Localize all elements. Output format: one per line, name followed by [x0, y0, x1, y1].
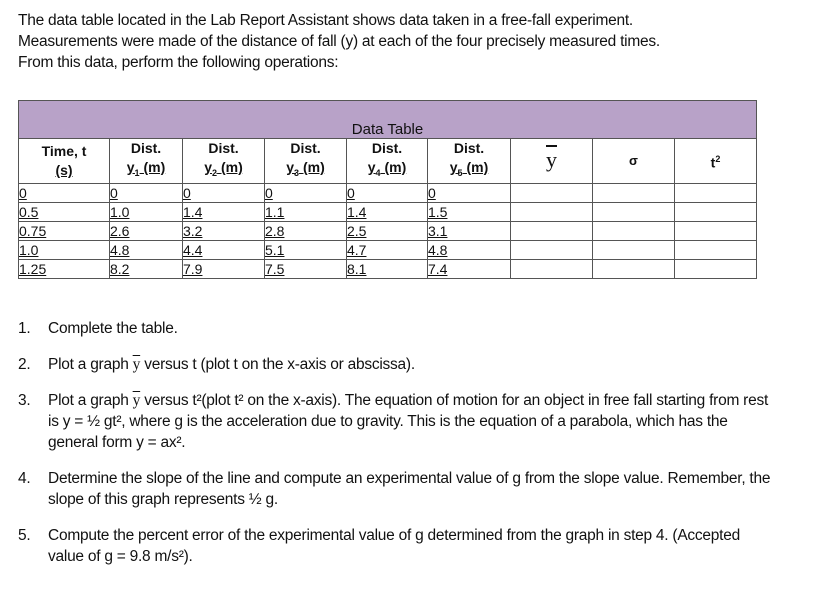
cell-y3: 1.1	[264, 201, 347, 222]
col-header-y1: Dist. y1 (m)	[109, 138, 183, 184]
col-header-y4: Dist. y4 (m)	[346, 138, 428, 184]
cell-y3: 0	[264, 182, 347, 203]
cell-y-mean[interactable]	[510, 258, 593, 279]
step-item: 1. Complete the table.	[18, 320, 178, 337]
cell-t-squared[interactable]	[674, 220, 757, 241]
cell-t-squared[interactable]	[674, 258, 757, 279]
col-header-sigma: σ	[592, 138, 675, 184]
cell-sigma[interactable]	[592, 239, 675, 260]
cell-y1: 8.2	[109, 258, 183, 279]
cell-y2: 3.2	[182, 220, 265, 241]
cell-y5: 4.8	[427, 239, 511, 260]
step-item: 4. Determine the slope of the line and c…	[18, 470, 771, 508]
cell-y1: 4.8	[109, 239, 183, 260]
intro-line: From this data, perform the following op…	[18, 54, 339, 71]
cell-time: 1.0	[18, 239, 110, 260]
cell-y4: 4.7	[346, 239, 428, 260]
cell-y5: 7.4	[427, 258, 511, 279]
table-row: 000000	[18, 182, 757, 203]
cell-y2: 4.4	[182, 239, 265, 260]
table-row: 1.25 8.2 7.9 7.5 8.1 7.4	[18, 258, 757, 279]
cell-sigma[interactable]	[592, 258, 675, 279]
col-header-t-squared: t2	[674, 138, 757, 184]
intro-line: The data table located in the Lab Report…	[18, 12, 633, 29]
sigma-symbol: σ	[629, 153, 638, 169]
table-row: 0.5 1.0 1.4 1.1 1.4 1.5	[18, 201, 757, 222]
cell-y-mean[interactable]	[510, 201, 593, 222]
step-item: 3. Plot a graph y versus t²(plot t² on t…	[18, 392, 768, 451]
cell-time: 1.25	[18, 258, 110, 279]
cell-y5: 1.5	[427, 201, 511, 222]
cell-y-mean[interactable]	[510, 220, 593, 241]
cell-y-mean[interactable]	[510, 239, 593, 260]
col-header-y2: Dist. y2 (m)	[182, 138, 265, 184]
cell-y4: 2.5	[346, 220, 428, 241]
cell-y3: 2.8	[264, 220, 347, 241]
cell-y3: 5.1	[264, 239, 347, 260]
col-header-y-mean: y	[510, 138, 593, 184]
cell-sigma[interactable]	[592, 182, 675, 203]
step-item: 5. Compute the percent error of the expe…	[18, 527, 740, 565]
cell-y1: 2.6	[109, 220, 183, 241]
intro-line: Measurements were made of the distance o…	[18, 33, 660, 50]
cell-y2: 0	[182, 182, 265, 203]
cell-time: 0	[18, 182, 110, 203]
cell-y4: 1.4	[346, 201, 428, 222]
cell-time: 0.75	[18, 220, 110, 241]
intro-paragraph: The data table located in the Lab Report…	[18, 10, 808, 73]
cell-y4: 0	[346, 182, 428, 203]
instruction-list: 1. Complete the table. 2. Plot a graph y…	[18, 318, 778, 582]
cell-y4: 8.1	[346, 258, 428, 279]
cell-t-squared[interactable]	[674, 201, 757, 222]
cell-sigma[interactable]	[592, 220, 675, 241]
cell-t-squared[interactable]	[674, 182, 757, 203]
col-header-y3: Dist. y3 (m)	[264, 138, 347, 184]
data-table: Data Table Time, t (s) Dist. y1 (m) Dist…	[18, 100, 757, 279]
table-body: 0 0 0 0 0 0 0.5 1.0 1.4 1.1 1.4 1.5 0.75 2.6 3.2 2.8 2.5…	[18, 182, 757, 279]
cell-sigma[interactable]	[592, 201, 675, 222]
table-header-row: Time, t (s) Dist. y1 (m) Dist. y2 (m) Di…	[18, 138, 757, 184]
cell-y2: 7.9	[182, 258, 265, 279]
cell-y3: 7.5	[264, 258, 347, 279]
col-header-time: Time, t (s)	[18, 138, 110, 184]
table-row: 1.0 4.8 4.4 5.1 4.7 4.8	[18, 239, 757, 260]
cell-y5: 3.1	[427, 220, 511, 241]
step-item: 2. Plot a graph y versus t (plot t on th…	[18, 356, 415, 373]
y-bar-symbol: y	[546, 146, 557, 172]
col-header-y5: Dist. y5 (m)	[427, 138, 511, 184]
cell-time: 0.5	[18, 201, 110, 222]
cell-t-squared[interactable]	[674, 239, 757, 260]
cell-y2: 1.4	[182, 201, 265, 222]
cell-y5: 0	[427, 182, 511, 203]
cell-y1: 0	[109, 182, 183, 203]
table-row: 0.75 2.6 3.2 2.8 2.5 3.1	[18, 220, 757, 241]
cell-y-mean[interactable]	[510, 182, 593, 203]
table-title: Data Table	[18, 100, 757, 139]
cell-y1: 1.0	[109, 201, 183, 222]
